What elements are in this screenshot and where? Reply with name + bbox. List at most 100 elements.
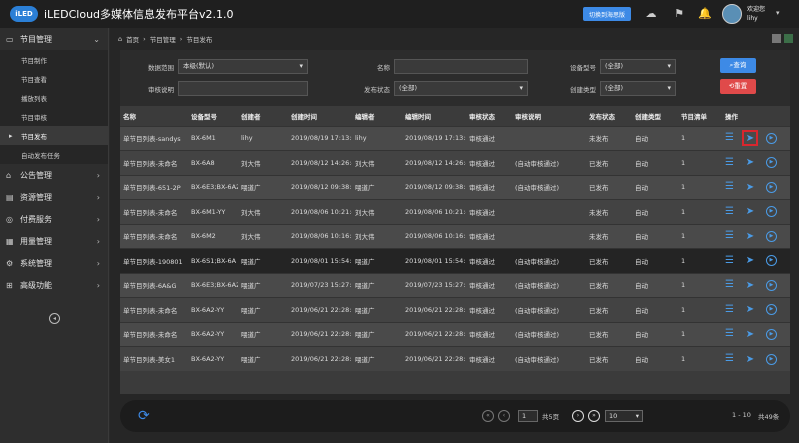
table-cell: 审核通过 [466,321,512,347]
sidebar-group-resource[interactable]: ▤ 资源管理 › [0,186,108,208]
bell-icon[interactable]: 🔔 [698,7,712,21]
table-row[interactable]: 单节目列表-sandys BX-6M1 lihy 2019/08/19 17:13:0… [120,125,790,151]
play-icon[interactable]: ▶ [765,132,777,144]
column-header[interactable]: 审核说明 [512,106,586,126]
data-range-select[interactable]: 本级(默认) ▾ [178,59,308,74]
sidebar-group-system[interactable]: ⚙ 系统管理 › [0,252,108,274]
table-row[interactable]: 单节目列表-未命名 BX-6M2 刘大伟 2019/08/06 10:16:2 刘大伟 2… [120,223,790,249]
play-icon[interactable]: ▶ [765,181,777,193]
publish-status-select[interactable]: (全部) ▾ [394,81,528,96]
publish-send-icon[interactable]: ➤ [742,204,758,220]
refresh-icon[interactable]: ⟳ [138,408,150,424]
publish-send-icon[interactable]: ➤ [742,277,758,293]
table-cell: 已发布 [586,248,632,273]
prev-page-icon[interactable]: ‹ [498,410,510,422]
publish-send-icon[interactable]: ➤ [742,179,758,195]
list-icon[interactable]: ☰ [725,304,734,315]
list-icon[interactable]: ☰ [725,255,734,266]
name-input[interactable] [394,59,528,74]
table-cell: 2019/06/21 22:28: [402,346,466,371]
column-header[interactable]: 创建类型 [632,106,678,126]
device-model-select[interactable]: (全部) ▾ [600,59,676,74]
view-toggle-green[interactable] [784,34,793,43]
publish-send-icon[interactable]: ➤ [742,351,758,367]
table-cell: 审核通过 [466,174,512,200]
list-icon[interactable]: ☰ [725,231,734,241]
sidebar-item-program-view[interactable]: 节目查看 [0,69,108,88]
sidebar-item-program-audit[interactable]: 节目审核 [0,107,108,126]
chevron-down-icon[interactable]: ▾ [776,9,780,17]
table-row[interactable]: 单节目列表-6A&G BX-6E3;BX-6A2 喂道广 2019/07/23 15:… [120,272,790,298]
table-row[interactable]: 单节目列表-未命名 BX-6A8 刘大伟 2019/08/12 14:26:4 刘大伟 2… [120,150,790,175]
sidebar-item-playlist[interactable]: 播放列表 [0,88,108,107]
play-icon[interactable]: ▶ [765,157,777,169]
list-icon[interactable]: ☰ [725,354,734,364]
table-row[interactable]: 单节目列表-美女1 BX-6A2-YY 喂道广 2019/06/21 22:28: 喂道… [120,346,790,371]
list-icon[interactable]: ☰ [725,157,734,168]
sidebar-group-usage[interactable]: ▦ 用量管理 › [0,230,108,252]
column-header[interactable]: 发布状态 [586,106,632,126]
play-icon[interactable]: ▶ [765,328,777,340]
flag-icon[interactable]: ⚑ [672,7,686,21]
column-header[interactable]: 名称 [120,106,188,126]
table-cell: (自动审核通过) [512,297,586,322]
audit-desc-input[interactable] [178,81,308,96]
page-number-input[interactable]: 1 [518,410,538,422]
breadcrumb-item[interactable]: 首页 [126,34,139,44]
table-row[interactable]: 单节目列表-未命名 BX-6A2-YY 喂道广 2019/06/21 22:28: 喂道… [120,297,790,322]
breadcrumb-item[interactable]: 节目管理 [150,34,176,44]
column-header[interactable]: 创建时间 [288,106,352,126]
play-icon[interactable]: ▶ [765,255,777,267]
publish-send-icon[interactable]: ➤ [742,326,758,342]
last-page-icon[interactable]: » [588,410,600,422]
table-cell: 审核通过 [466,150,512,175]
publish-send-icon[interactable]: ➤ [741,130,758,147]
next-page-icon[interactable]: › [572,410,584,422]
play-icon[interactable]: ▶ [765,304,777,316]
list-icon[interactable]: ☰ [725,329,734,339]
sidebar-item-program-publish[interactable]: 节目发布 [0,126,108,145]
reset-button[interactable]: ⟲重置 [720,79,756,94]
list-icon[interactable]: ☰ [725,280,734,290]
table-row[interactable]: 单节目列表-651-2P BX-6E3;BX-6A2 喂道广 2019/08/12 0… [120,174,790,200]
sidebar-group-program[interactable]: ▭ 节目管理 ⌄ [0,28,108,50]
table-row[interactable]: 单节目列表-190801 BX-6S1;BX-6A 喂道广 2019/08/01 15… [120,248,790,273]
play-icon[interactable]: ▶ [765,206,777,218]
publish-send-icon[interactable]: ➤ [742,302,758,318]
table-row[interactable]: 单节目列表-未命名 BX-6M1-YY 刘大伟 2019/08/06 10:21:4 刘… [120,199,790,224]
sidebar-item-program-make[interactable]: 节目制作 [0,50,108,69]
sidebar-group-pay[interactable]: ◎ 付费服务 › [0,208,108,230]
column-header[interactable]: 创建者 [238,106,288,126]
publish-send-icon[interactable]: ➤ [742,253,758,269]
query-button[interactable]: ⌕查询 [720,58,756,73]
column-header[interactable]: 设备型号 [188,106,238,126]
column-header[interactable]: 编辑者 [352,106,402,126]
create-type-select[interactable]: (全部) ▾ [600,81,676,96]
sidebar-group-notice[interactable]: ⌂ 公告管理 › [0,164,108,186]
page-size-select[interactable]: 10 ▾ [605,410,643,422]
data-range-value: 本级(默认) [183,62,215,70]
column-header[interactable]: 编辑时间 [402,106,466,126]
collapse-sidebar-icon[interactable]: ◂ [49,313,60,324]
list-icon[interactable]: ☰ [725,133,734,143]
publish-send-icon[interactable]: ➤ [742,228,758,244]
play-icon[interactable]: ▶ [765,230,777,242]
list-icon[interactable]: ☰ [725,182,734,192]
view-toggle-gray[interactable] [772,34,781,43]
table-row[interactable]: 单节目列表-未命名 BX-6A2-YY 喂道广 2019/06/21 22:28: 喂道… [120,321,790,347]
play-icon[interactable]: ▶ [765,279,777,291]
user-info[interactable]: 欢迎您 lihy [747,5,765,23]
avatar[interactable] [722,4,742,24]
sidebar-group-advanced[interactable]: ⊞ 高级功能 › [0,274,108,296]
cloud-icon[interactable]: ☁ [644,7,658,21]
publish-send-icon[interactable]: ➤ [742,155,758,171]
home-icon[interactable]: ⌂ [118,35,122,43]
list-icon[interactable]: ☰ [725,206,734,217]
switch-version-button[interactable]: 切换到海思版 [583,7,632,21]
column-header[interactable]: 审核状态 [466,106,512,126]
table-cell: 2019/08/01 15:54:1 [288,248,352,273]
first-page-icon[interactable]: « [482,410,494,422]
play-icon[interactable]: ▶ [765,353,777,365]
sidebar-item-auto-publish[interactable]: 自动发布任务 [0,145,108,164]
column-header[interactable]: 节目清单 [678,106,722,126]
